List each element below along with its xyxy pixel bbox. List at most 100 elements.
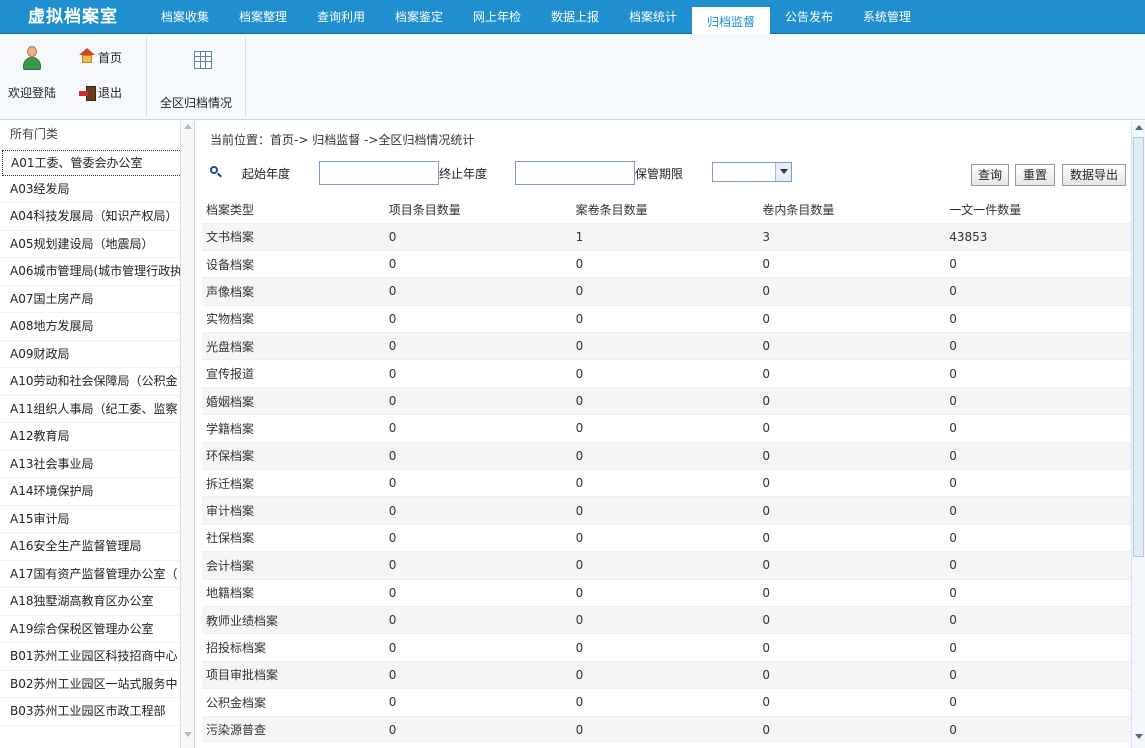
- cell-type: 婚姻档案: [202, 386, 389, 415]
- cell-volume: 0: [575, 578, 763, 607]
- scroll-down-icon[interactable]: [184, 732, 192, 737]
- cell-single: 0: [949, 551, 1131, 580]
- filter-bar: 起始年度 终止年度 保管期限 查询 重置 数据导出: [196, 156, 1131, 190]
- cell-project: 0: [388, 633, 576, 662]
- table-row: 环保档案 0 0 0 0: [202, 441, 1131, 470]
- cell-in-volume: 3: [762, 222, 950, 251]
- table-row: 设备档案 0 0 0 0: [202, 249, 1131, 278]
- home-link[interactable]: 首页: [98, 49, 122, 66]
- cell-project: 0: [388, 332, 576, 360]
- exit-icon[interactable]: [79, 86, 97, 102]
- nav-item-annual-check[interactable]: 网上年检: [458, 0, 536, 34]
- sidebar-scrollbar[interactable]: [180, 121, 194, 748]
- end-year-input[interactable]: [515, 161, 635, 185]
- cell-in-volume: 0: [762, 551, 950, 580]
- cell-type: 光盘档案: [202, 332, 389, 360]
- cell-volume: 0: [575, 277, 763, 306]
- cell-project: 0: [388, 359, 576, 388]
- cell-type: 拆迁档案: [202, 469, 389, 497]
- table-header-row: 档案类型 项目条目数量 案卷条目数量 卷内条目数量 一文一件数量: [202, 197, 1131, 223]
- cell-single: 0: [949, 277, 1131, 306]
- cell-project: 0: [388, 660, 576, 689]
- cell-type: 设备档案: [202, 249, 389, 278]
- nav-item-collect[interactable]: 档案收集: [146, 0, 224, 34]
- home-icon[interactable]: [79, 48, 95, 64]
- sidebar-item-a18[interactable]: A18独墅湖高教育区办公室: [0, 588, 194, 616]
- cell-in-volume: 0: [762, 688, 950, 717]
- sidebar-item-a03[interactable]: A03经发局: [0, 176, 194, 203]
- cell-volume: 0: [575, 304, 763, 333]
- nav-item-announcement[interactable]: 公告发布: [770, 0, 848, 34]
- sidebar-item-b02[interactable]: B02苏州工业园区一站式服务中: [0, 671, 194, 698]
- nav-item-organize[interactable]: 档案整理: [224, 0, 302, 34]
- table-row: 项目审批档案 0 0 0 0: [202, 660, 1131, 689]
- cell-type: 学籍档案: [202, 414, 389, 443]
- main-menu: 档案收集 档案整理 查询利用 档案鉴定 网上年检 数据上报 档案统计 归档监督 …: [146, 0, 926, 34]
- main-scrollbar[interactable]: [1131, 121, 1145, 748]
- cell-in-volume: 0: [762, 249, 950, 278]
- scrollbar-thumb[interactable]: [1133, 137, 1144, 557]
- cell-project: 0: [388, 277, 576, 306]
- sidebar-item-a13[interactable]: A13社会事业局: [0, 451, 194, 478]
- cell-project: 0: [388, 578, 576, 607]
- nav-item-archive-supervision[interactable]: 归档监督: [692, 4, 770, 34]
- nav-item-statistics[interactable]: 档案统计: [614, 0, 692, 34]
- sidebar-item-a11[interactable]: A11组织人事局（纪工委、监察: [0, 396, 194, 423]
- scroll-up-icon[interactable]: [1135, 125, 1143, 130]
- sidebar-item-a07[interactable]: A07国土房产局: [0, 286, 194, 313]
- sidebar-item-a12[interactable]: A12教育局: [0, 423, 194, 451]
- cell-volume: 0: [575, 359, 763, 388]
- nav-item-appraisal[interactable]: 档案鉴定: [380, 0, 458, 34]
- retention-select[interactable]: [712, 162, 792, 182]
- cell-single: 0: [949, 249, 1131, 278]
- report-button-label[interactable]: 全区归档情况: [160, 94, 232, 111]
- cell-volume: 1: [575, 222, 763, 251]
- sidebar-item-a04[interactable]: A04科技发展局（知识产权局）: [0, 203, 194, 231]
- sidebar-item-a14[interactable]: A14环境保护局: [0, 478, 194, 506]
- cell-volume: 0: [575, 469, 763, 497]
- sidebar-item-a01[interactable]: A01工委、管委会办公室: [2, 149, 192, 176]
- nav-item-query[interactable]: 查询利用: [302, 0, 380, 34]
- cell-volume: 0: [575, 332, 763, 360]
- cell-project: 0: [388, 249, 576, 278]
- cell-project: 0: [388, 222, 576, 251]
- sidebar-item-a10[interactable]: A10劳动和社会保障局（公积金: [0, 368, 194, 396]
- nav-item-data-report[interactable]: 数据上报: [536, 0, 614, 34]
- chevron-down-icon[interactable]: [775, 163, 791, 181]
- export-button[interactable]: 数据导出: [1062, 164, 1126, 186]
- cell-project: 0: [388, 441, 576, 470]
- col-single-doc-count: 一文一件数量: [949, 197, 1131, 223]
- sidebar-item-a16[interactable]: A16安全生产监督管理局: [0, 533, 194, 561]
- cell-type: 地籍档案: [202, 578, 389, 607]
- sidebar-item-a08[interactable]: A08地方发展局: [0, 313, 194, 341]
- sidebar-item-a09[interactable]: A09财政局: [0, 341, 194, 368]
- cell-in-volume: 0: [762, 660, 950, 689]
- scroll-down-icon[interactable]: [1135, 734, 1143, 739]
- nav-item-system-admin[interactable]: 系统管理: [848, 0, 926, 34]
- table-row: 公积金档案 0 0 0 0: [202, 688, 1131, 717]
- cell-volume: 0: [575, 605, 763, 634]
- category-sidebar: 所有门类 A01工委、管委会办公室 A03经发局 A04科技发展局（知识产权局）…: [0, 121, 195, 748]
- report-table-icon[interactable]: [194, 51, 212, 69]
- cell-in-volume: 0: [762, 523, 950, 552]
- sidebar-item-a05[interactable]: A05规划建设局（地震局）: [0, 231, 194, 258]
- cell-project: 0: [388, 688, 576, 717]
- cell-volume: 0: [575, 496, 763, 525]
- start-year-input[interactable]: [319, 161, 439, 185]
- exit-link[interactable]: 退出: [98, 84, 122, 101]
- scroll-up-icon[interactable]: [184, 124, 192, 129]
- query-button[interactable]: 查询: [971, 164, 1009, 186]
- toolbar-divider: [245, 38, 246, 116]
- sidebar-item-b01[interactable]: B01苏州工业园区科技招商中心: [0, 643, 194, 671]
- cell-project: 0: [388, 496, 576, 525]
- sidebar-item-a17[interactable]: A17国有资产监督管理办公室（: [0, 561, 194, 588]
- sidebar-item-all[interactable]: 所有门类: [0, 121, 194, 149]
- sidebar-item-a19[interactable]: A19综合保税区管理办公室: [0, 616, 194, 643]
- reset-button[interactable]: 重置: [1015, 164, 1055, 186]
- cell-project: 0: [388, 386, 576, 415]
- end-year-label: 终止年度: [439, 167, 488, 181]
- sidebar-item-b03[interactable]: B03苏州工业园区市政工程部: [0, 698, 194, 726]
- sidebar-item-a15[interactable]: A15审计局: [0, 506, 194, 533]
- archive-stats-table: 档案类型 项目条目数量 案卷条目数量 卷内条目数量 一文一件数量 文书档案 0 1 3…: [202, 197, 1131, 744]
- sidebar-item-a06[interactable]: A06城市管理局(城市管理行政执: [0, 258, 194, 286]
